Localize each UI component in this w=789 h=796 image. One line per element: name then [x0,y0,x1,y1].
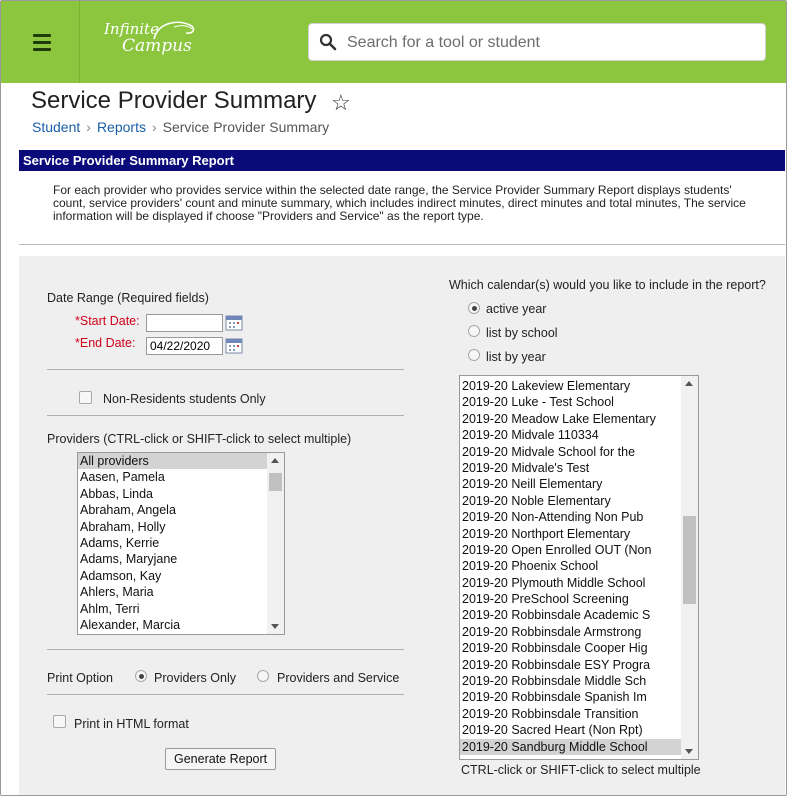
calendar-option[interactable]: 2019-20 Lakeview Elementary [460,378,698,394]
providers-only-radio[interactable] [135,670,147,682]
app-window: Infinite Campus Service Provider Summary… [0,0,787,796]
end-date-label: *End Date: [75,336,136,350]
provider-option[interactable]: Abbas, Linda [78,486,284,502]
calendar-hint: CTRL-click or SHIFT-click to select mult… [461,763,701,777]
top-bar: Infinite Campus [1,1,786,83]
search-input[interactable] [345,30,749,56]
date-range-label: Date Range (Required fields) [47,291,209,305]
provider-option[interactable]: Adamson, Kay [78,568,284,584]
calendars-scrollbar[interactable] [681,376,698,759]
calendar-question: Which calendar(s) would you like to incl… [449,278,766,292]
calendars-listbox[interactable]: 2019-20 Lakeview Elementary 2019-20 Luke … [459,375,699,760]
end-date-calendar-icon[interactable] [225,338,243,354]
calendar-option[interactable]: 2019-20 Robbinsdale Transition [460,706,698,722]
non-residents-label: Non-Residents students Only [103,392,266,406]
scroll-thumb[interactable] [269,473,282,491]
active-year-label: active year [486,302,547,316]
menu-button[interactable] [1,1,80,83]
providers-options: All providers Aasen, Pamela Abbas, Linda Ab… [78,453,284,633]
breadcrumb-current: Service Provider Summary [162,119,330,135]
report-title-bar: Service Provider Summary Report [19,150,785,171]
favorite-star-icon[interactable]: ☆ [331,90,351,116]
calendar-option[interactable]: 2019-20 Non-Attending Non Pub [460,509,698,525]
provider-option[interactable]: Adams, Maryjane [78,551,284,567]
list-by-school-radio[interactable] [468,325,480,337]
hamburger-icon [33,48,51,51]
provider-option[interactable]: Abraham, Angela [78,502,284,518]
report-description: For each provider who provides service w… [19,171,785,245]
calendar-option[interactable]: 2019-20 Midvale School for the [460,444,698,460]
generate-report-button[interactable]: Generate Report [165,748,277,770]
breadcrumb-student[interactable]: Student [32,119,80,135]
calendar-option[interactable]: 2019-20 Robbinsdale Armstrong [460,624,698,640]
calendar-option[interactable]: 2019-20 Robbinsdale Academic S [460,607,698,623]
breadcrumb-separator-icon: › [151,119,157,135]
infinite-campus-logo[interactable]: Infinite Campus [104,21,195,55]
calendar-option[interactable]: 2019-20 Robbinsdale ESY Progra [460,657,698,673]
calendar-option[interactable]: 2019-20 Meadow Lake Elementary [460,411,698,427]
divider [47,694,404,695]
divider [47,369,404,370]
provider-option[interactable]: Abraham, Holly [78,519,284,535]
scroll-up-icon[interactable] [685,381,693,386]
list-by-year-label: list by year [486,350,546,364]
search-icon [319,33,337,51]
calendar-option[interactable]: 2019-20 Robbinsdale Spanish Im [460,689,698,705]
breadcrumb-separator-icon: › [86,119,91,135]
scroll-up-icon[interactable] [271,458,279,463]
scroll-down-icon[interactable] [271,624,279,629]
list-by-school-label: list by school [486,326,558,340]
providers-and-service-radio[interactable] [257,670,269,682]
calendar-option[interactable]: 2019-20 Sandburg Middle School [460,738,698,755]
logo-swoosh-icon [153,21,195,40]
providers-only-label: Providers Only [154,671,236,685]
start-date-input[interactable] [146,314,223,332]
calendar-option[interactable]: 2019-20 Luke - Test School [460,394,698,410]
calendar-option[interactable]: 2019-20 Phoenix School [460,558,698,574]
providers-and-service-label: Providers and Service [277,671,400,685]
html-format-label: Print in HTML format [74,717,189,731]
calendar-option[interactable]: 2019-20 Plymouth Middle School [460,575,698,591]
provider-option[interactable]: Ahlm, Terri [78,601,284,617]
calendar-option[interactable]: 2019-20 Midvale's Test [460,460,698,476]
provider-option[interactable]: Adams, Kerrie [78,535,284,551]
calendar-option[interactable]: 2019-20 Robbinsdale Cooper Hig [460,640,698,656]
breadcrumb-reports[interactable]: Reports [97,119,146,135]
calendar-option[interactable]: 2019-20 Neill Elementary [460,476,698,492]
html-format-checkbox[interactable] [53,715,66,728]
provider-option[interactable]: All providers [78,453,284,470]
non-residents-checkbox[interactable] [79,391,92,404]
calendar-option[interactable]: 2019-20 Midvale 110334 [460,427,698,443]
providers-scrollbar[interactable] [267,453,284,634]
provider-option[interactable]: Ahlers, Maria [78,584,284,600]
scroll-down-icon[interactable] [685,749,693,754]
hamburger-icon [33,41,51,44]
calendar-option[interactable]: 2019-20 Northport Elementary [460,526,698,542]
page-title: Service Provider Summary [31,87,317,114]
print-option-label: Print Option [47,671,114,685]
calendar-option[interactable]: 2019-20 Sacred Heart (Non Rpt) [460,722,698,738]
calendar-option[interactable]: 2019-20 Robbinsdale Middle Sch [460,673,698,689]
report-form: Date Range (Required fields) *Start Date… [19,256,785,795]
breadcrumb: Student › Reports › Service Provider Summary [32,119,329,135]
calendar-option[interactable]: 2019-20 PreSchool Screening [460,591,698,607]
end-date-input[interactable] [146,337,223,355]
providers-listbox[interactable]: All providers Aasen, Pamela Abbas, Linda Ab… [77,452,285,635]
divider [47,415,404,416]
hamburger-icon [33,34,51,37]
provider-option[interactable]: Alexander, Marcia [78,617,284,633]
search-box[interactable] [308,23,766,61]
active-year-radio[interactable] [468,302,480,314]
start-date-label: *Start Date: [75,314,140,328]
start-date-calendar-icon[interactable] [225,315,243,331]
divider [47,649,404,650]
list-by-year-radio[interactable] [468,349,480,361]
calendar-option[interactable]: 2019-20 Noble Elementary [460,493,698,509]
provider-option[interactable]: Aasen, Pamela [78,469,284,485]
scroll-thumb[interactable] [683,516,696,604]
calendar-option[interactable]: 2019-20 Open Enrolled OUT (Non [460,542,698,558]
providers-label: Providers (CTRL-click or SHIFT-click to … [47,432,352,446]
calendars-options: 2019-20 Lakeview Elementary 2019-20 Luke … [460,376,698,755]
